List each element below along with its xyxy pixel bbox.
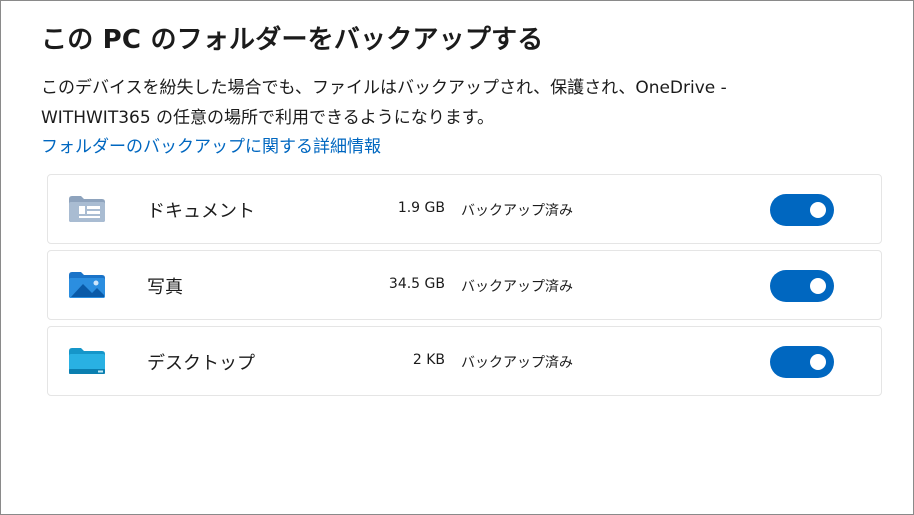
folder-list: ドキュメント 1.9 GB バックアップ済み 写真 34.5 GB バックアップ… [47, 174, 882, 402]
backup-toggle-desktop[interactable] [770, 346, 834, 378]
folder-name: 写真 [147, 277, 183, 298]
desktop-folder-icon [68, 347, 106, 375]
toggle-knob [810, 354, 826, 370]
folder-row-desktop: デスクトップ 2 KB バックアップ済み [47, 326, 882, 396]
backup-toggle-documents[interactable] [770, 194, 834, 226]
description-line: このデバイスを紛失した場合でも、ファイルはバックアップされ、保護され、OneDr… [41, 78, 727, 98]
folder-name: デスクトップ [147, 353, 255, 374]
backup-status: バックアップ済み [461, 203, 573, 219]
folder-name: ドキュメント [147, 201, 255, 222]
folder-size: 1.9 GB [397, 200, 445, 216]
backup-toggle-pictures[interactable] [770, 270, 834, 302]
folder-size: 2 KB [412, 352, 445, 368]
folder-size: 34.5 GB [388, 276, 445, 292]
backup-status: バックアップ済み [461, 355, 573, 371]
folder-row-pictures: 写真 34.5 GB バックアップ済み [47, 250, 882, 320]
backup-folders-dialog: この PC のフォルダーをバックアップする このデバイスを紛失した場合でも、ファ… [0, 0, 914, 515]
learn-more-link[interactable]: フォルダーのバックアップに関する詳細情報 [41, 132, 381, 157]
pictures-folder-icon [68, 271, 106, 299]
toggle-knob [810, 278, 826, 294]
documents-folder-icon [68, 195, 106, 223]
backup-status: バックアップ済み [461, 279, 573, 295]
dialog-title: この PC のフォルダーをバックアップする [41, 25, 544, 55]
description-line: WITHWIT365 の任意の場所で利用できるようになります。 [41, 108, 495, 128]
folder-row-documents: ドキュメント 1.9 GB バックアップ済み [47, 174, 882, 244]
dialog-description: このデバイスを紛失した場合でも、ファイルはバックアップされ、保護され、OneDr… [41, 73, 801, 133]
toggle-knob [810, 202, 826, 218]
